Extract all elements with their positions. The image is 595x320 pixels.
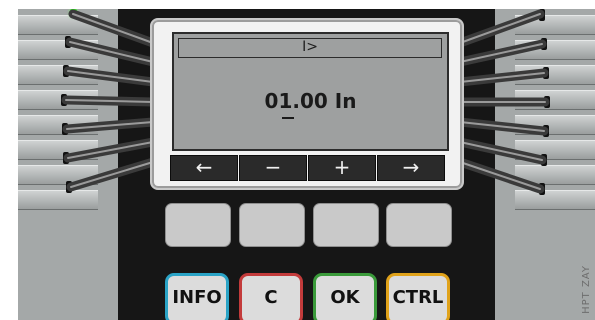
function-button-3[interactable] bbox=[313, 203, 379, 247]
function-button-2[interactable] bbox=[239, 203, 305, 247]
function-button-4[interactable] bbox=[386, 203, 452, 247]
clear-button[interactable]: C bbox=[239, 273, 303, 320]
display-title: I> bbox=[178, 38, 442, 58]
plus-softkey[interactable]: + bbox=[308, 155, 376, 181]
left-arrow-softkey[interactable]: ← bbox=[170, 155, 238, 181]
ctrl-button[interactable]: CTRL bbox=[386, 273, 450, 320]
relay-front-panel: HPT ZAY I> 01.00 In ← − + → INFO C OK CT… bbox=[18, 9, 595, 320]
edit-cursor bbox=[282, 117, 294, 119]
info-button[interactable]: INFO bbox=[165, 273, 229, 320]
function-button-1[interactable] bbox=[165, 203, 231, 247]
ok-button[interactable]: OK bbox=[313, 273, 377, 320]
display-value: 01.00 In bbox=[264, 89, 357, 113]
right-arrow-softkey[interactable]: → bbox=[377, 155, 445, 181]
lcd-display: I> 01.00 In bbox=[172, 32, 449, 151]
minus-softkey[interactable]: − bbox=[239, 155, 307, 181]
